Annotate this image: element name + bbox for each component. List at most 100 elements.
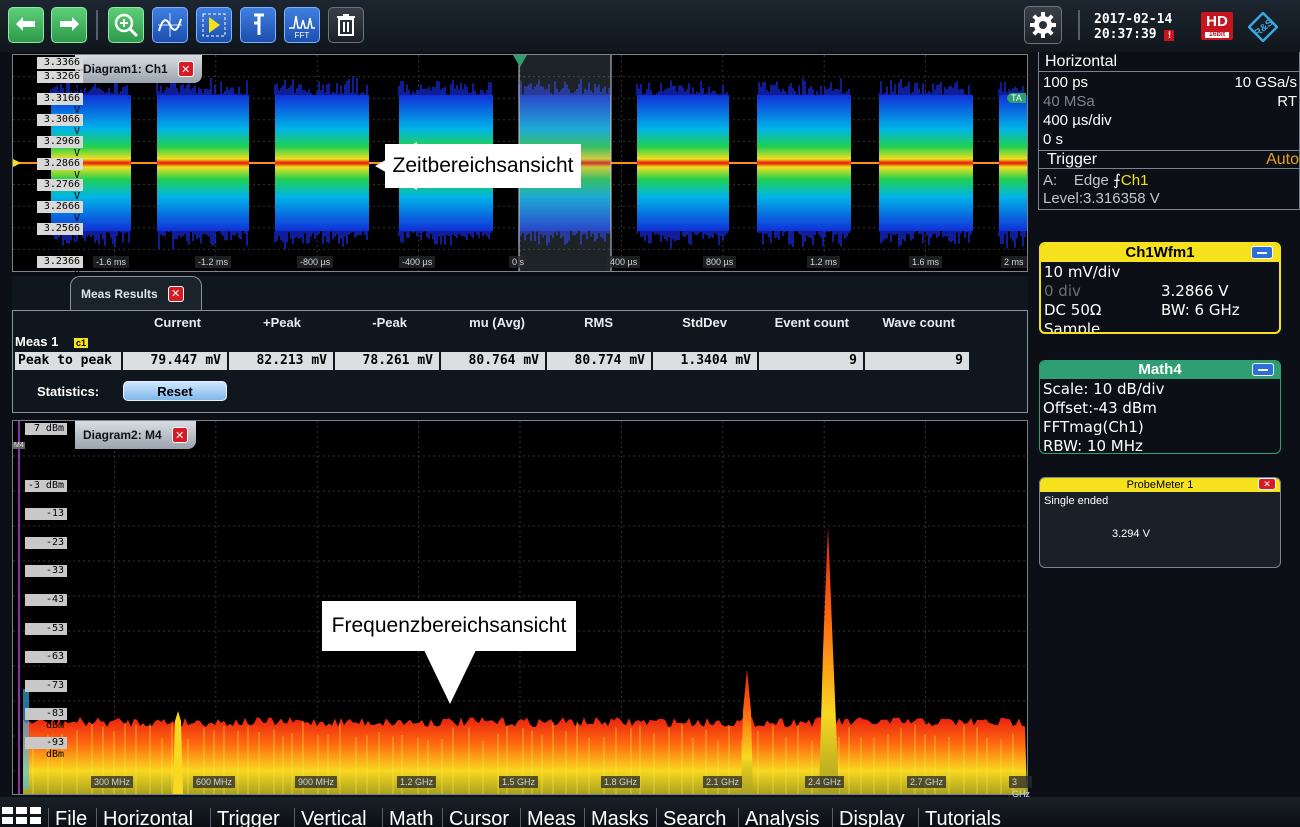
x-axis-label: 1.2 ms — [807, 256, 841, 268]
x-axis-label: 2.7 GHz — [907, 776, 947, 788]
x-axis-label: 600 MHz — [193, 776, 236, 788]
rs-logo: R&S — [1248, 12, 1278, 42]
menu-item-vertical[interactable]: Vertical — [294, 808, 367, 827]
menu-item-tutorials[interactable]: Tutorials — [918, 808, 1001, 827]
x-axis-label: 1.5 GHz — [499, 776, 539, 788]
zoom-button[interactable] — [108, 7, 144, 43]
close-icon[interactable]: ✕ — [177, 61, 194, 77]
meas-row-label: Peak to peak — [15, 352, 121, 370]
meas-value-cell: 9 — [865, 352, 969, 370]
y-axis-label: -33 dBm — [25, 565, 67, 588]
probemeter-card[interactable]: ProbeMeter 1 ✕ Single ended 3.294 V — [1039, 477, 1281, 568]
menu-item-meas[interactable]: Meas — [520, 808, 576, 827]
x-axis-label: 300 MHz — [91, 776, 134, 788]
histogram-button[interactable] — [196, 7, 232, 43]
reset-button[interactable]: Reset — [123, 381, 227, 401]
ch1-card-body: 10 mV/div 0 div 3.2866 V DC 50Ω BW: 6 GH… — [1041, 262, 1279, 334]
y-axis-label: -53 dBm — [25, 622, 67, 646]
meas-value-cell: 78.261 mV — [335, 352, 439, 370]
y-axis-label: 3.3366 V — [37, 57, 83, 80]
x-axis-label: 900 MHz — [295, 776, 338, 788]
close-icon[interactable]: ✕ — [1258, 478, 1276, 490]
y-axis-label: 3.3066 V — [37, 114, 83, 137]
diagram1-title: Diagram1: Ch1 — [83, 62, 168, 76]
math4-card[interactable]: Math4 Scale: 10 dB/div Offset:-43 dBm FF… — [1039, 360, 1281, 454]
diagram1-time-domain[interactable]: Diagram1: Ch1✕ 3.3366 V3.3266 V3.3166 V3… — [12, 54, 1028, 279]
menu-item-analysis[interactable]: Analysis — [738, 808, 819, 827]
meas-results-tab[interactable]: Meas Results ✕ — [70, 276, 202, 310]
menu-item-file[interactable]: File — [48, 808, 87, 827]
right-panel: Horizontal 100 ps 10 GSa/s 40 MSa RT 400… — [1032, 52, 1300, 797]
scope-screen: { "toolbar":{"buttons":[ {"name":"undo-b… — [0, 0, 1300, 827]
burst — [756, 77, 851, 248]
meas-column-header: Current — [154, 315, 201, 330]
y-axis-label: 3.3166 V — [37, 93, 83, 116]
delete-button[interactable] — [328, 7, 364, 43]
trigger-mode: Auto — [1266, 151, 1299, 168]
x-axis-label: 400 µs — [607, 256, 641, 268]
diagram2-tab[interactable]: Diagram2: M4 ✕ — [75, 421, 196, 449]
date-text: 2017-02-14 — [1094, 12, 1173, 27]
redo-button[interactable] — [51, 7, 87, 43]
hd-badge: HD 16bit — [1201, 12, 1233, 40]
alert-icon: ! — [1164, 30, 1175, 41]
callout-arrow — [424, 650, 476, 704]
y-axis-label: 3.2766 V — [37, 179, 83, 202]
meas-value-cell: 80.764 mV — [441, 352, 545, 370]
ch1-acquisition: Sample — [1044, 320, 1101, 334]
time-text: 20:37:39 ! — [1094, 27, 1175, 42]
menu-item-trigger[interactable]: Trigger — [210, 808, 280, 827]
burst — [274, 76, 369, 250]
app-grid-icon[interactable] — [2, 807, 42, 825]
probe-value: 3.294 V — [1112, 528, 1150, 540]
menu-item-display[interactable]: Display — [832, 808, 905, 827]
minimize-icon[interactable] — [1251, 246, 1273, 259]
meas-value-cell: 9 — [759, 352, 863, 370]
x-axis-label: 1.6 ms — [909, 256, 943, 268]
cursor-select-icon — [202, 13, 226, 37]
cursor-button[interactable] — [240, 7, 276, 43]
undo-button[interactable] — [8, 7, 44, 43]
callout-time-domain: Zeitbereichsansicht — [385, 144, 581, 188]
menu-item-math[interactable]: Math — [382, 808, 433, 827]
y-axis-label: 3.2366 V — [37, 256, 83, 279]
probe-mode: Single ended — [1044, 495, 1109, 507]
meas-column-header: Event count — [774, 315, 849, 330]
close-icon[interactable]: ✕ — [171, 427, 188, 443]
fft-button[interactable]: FFT — [284, 7, 320, 43]
x-axis-label: -800 µs — [297, 256, 334, 268]
math4-rbw: RBW: 10 MHz — [1043, 437, 1143, 454]
horizontal-trigger-box[interactable]: Horizontal 100 ps 10 GSa/s 40 MSa RT 400… — [1038, 52, 1300, 210]
timebase: 400 µs/div — [1043, 112, 1112, 129]
menu-item-cursor[interactable]: Cursor — [442, 808, 509, 827]
diagram2-frequency-domain[interactable]: Diagram2: M4 ✕ 7 dBm -3 dBm -13 dBm -23 dBm -… — [12, 420, 1033, 799]
meas-tab-label: Meas Results — [81, 286, 158, 301]
menu-item-masks[interactable]: Masks — [584, 808, 649, 827]
trigger-tag: TA — [1007, 93, 1026, 103]
y-axis-label: -83 dBm — [25, 708, 67, 731]
ch1-wfm-card[interactable]: Ch1Wfm1 10 mV/div 0 div 3.2866 V DC 50Ω … — [1039, 242, 1281, 334]
menu-item-search[interactable]: Search — [656, 808, 726, 827]
meas-column-header: -Peak — [372, 315, 407, 330]
meas-column-header: StdDev — [682, 315, 727, 330]
meas-column-header: RMS — [584, 315, 613, 330]
y-axis-label: 3.2866 V — [37, 158, 83, 181]
close-icon[interactable]: ✕ — [167, 285, 184, 302]
measure-button[interactable] — [152, 7, 188, 43]
y-axis-label: 3.2566 V — [37, 223, 83, 246]
fft-icon: FFT — [289, 15, 315, 40]
diagram1-tab[interactable]: Diagram1: Ch1 ✕ — [75, 55, 202, 83]
settings-button[interactable] — [1024, 6, 1062, 44]
y-axis-label: 3.3266 V — [37, 71, 83, 94]
y-axis-label: -43 dBm — [25, 594, 67, 617]
toolbar-separator — [1078, 10, 1080, 40]
menu-item-horizontal[interactable]: Horizontal — [96, 808, 193, 827]
x-axis-label: 800 µs — [703, 256, 737, 268]
x-axis-label: -1.6 ms — [93, 256, 130, 268]
statistics-label: Statistics: — [37, 384, 100, 399]
svg-text:FFT: FFT — [295, 31, 310, 40]
x-axis-label: 2 ms — [1001, 256, 1027, 268]
y-axis-label: -13 dBm — [25, 508, 67, 531]
x-axis-label: 2.4 GHz — [805, 776, 845, 788]
minimize-icon[interactable] — [1252, 363, 1274, 376]
